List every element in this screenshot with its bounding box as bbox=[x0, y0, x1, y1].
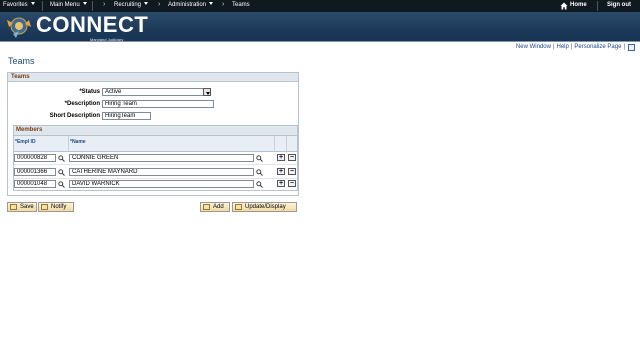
link-separator: | bbox=[552, 44, 555, 50]
breadcrumb-separator-icon: › bbox=[103, 1, 106, 8]
table-row: 000001048 DAVID WARNICK + − bbox=[14, 180, 297, 193]
delete-row-button[interactable]: − bbox=[288, 180, 296, 187]
notify-icon bbox=[41, 204, 48, 210]
emplid-field[interactable]: 000001048 bbox=[14, 180, 56, 188]
breadcrumb-teams[interactable]: Teams bbox=[232, 2, 250, 8]
chevron-down-icon bbox=[209, 2, 214, 5]
status-label: *Status bbox=[79, 89, 100, 95]
members-grid: Members *Empl ID *Name 000000828 CONNIE … bbox=[13, 125, 298, 191]
breadcrumb-separator-icon: › bbox=[158, 1, 161, 8]
add-icon bbox=[203, 204, 210, 210]
col-header-emplid[interactable]: *Empl ID bbox=[14, 136, 69, 152]
breadcrumb-separator-icon: › bbox=[222, 1, 225, 8]
teams-groupbox-header: Teams bbox=[8, 73, 298, 82]
new-window-link[interactable]: New Window bbox=[516, 44, 551, 50]
maryland-judiciary-seal-icon bbox=[7, 17, 31, 38]
personalize-page-link[interactable]: Personalize Page bbox=[574, 44, 621, 50]
search-icon[interactable] bbox=[58, 155, 65, 162]
main-menu-label: Main Menu bbox=[50, 2, 80, 8]
top-nav-bar: Favorites Main Menu › Recruiting › Admin… bbox=[0, 0, 640, 12]
favorites-menu[interactable]: Favorites bbox=[3, 2, 35, 8]
nav-divider bbox=[42, 1, 43, 11]
notify-button-label: Notify bbox=[51, 204, 67, 210]
link-separator: | bbox=[623, 44, 625, 50]
add-row-button[interactable]: + bbox=[277, 180, 285, 187]
sign-out-link[interactable]: Sign out bbox=[607, 2, 631, 8]
emplid-field[interactable]: 000000828 bbox=[14, 154, 56, 162]
help-link[interactable]: Help bbox=[557, 44, 569, 50]
chevron-down-icon[interactable] bbox=[203, 88, 211, 96]
add-row-button[interactable]: + bbox=[277, 168, 285, 175]
description-label: *Description bbox=[64, 101, 100, 107]
update-display-button[interactable]: Update/Display bbox=[232, 202, 297, 212]
name-field[interactable]: CONNIE GREEN bbox=[69, 154, 254, 162]
chevron-down-icon bbox=[82, 2, 87, 5]
save-button-label: Save bbox=[20, 204, 34, 210]
page-title: Teams bbox=[8, 56, 35, 66]
breadcrumb-administration[interactable]: Administration bbox=[168, 2, 214, 8]
chevron-down-icon bbox=[30, 2, 35, 5]
delete-row-button[interactable]: − bbox=[288, 168, 296, 175]
add-button[interactable]: Add bbox=[200, 202, 230, 212]
search-icon[interactable] bbox=[256, 181, 263, 188]
update-display-button-label: Update/Display bbox=[245, 204, 286, 210]
chevron-down-icon bbox=[144, 2, 149, 5]
emplid-field[interactable]: 000001366 bbox=[14, 168, 56, 176]
table-row: 000001366 CATHERINE MAYNARD + − bbox=[14, 166, 297, 179]
main-menu[interactable]: Main Menu bbox=[50, 2, 87, 8]
breadcrumb-recruiting-label: Recruiting bbox=[114, 2, 142, 8]
home-link[interactable]: Home bbox=[570, 2, 587, 8]
description-field[interactable]: Hiring Team bbox=[102, 100, 214, 108]
update-display-icon bbox=[235, 204, 242, 210]
favorites-label: Favorites bbox=[3, 2, 28, 8]
page-links: New Window | Help | Personalize Page | bbox=[516, 44, 627, 50]
short-description-field[interactable]: HiringTeam bbox=[102, 112, 151, 120]
home-icon[interactable] bbox=[560, 2, 568, 10]
col-header-add bbox=[275, 136, 287, 152]
name-field[interactable]: CATHERINE MAYNARD bbox=[69, 168, 254, 176]
notify-button[interactable]: Notify bbox=[38, 202, 74, 212]
table-row: 000000828 CONNIE GREEN + − bbox=[14, 152, 297, 165]
add-button-label: Add bbox=[213, 204, 224, 210]
short-description-label: Short Description bbox=[49, 113, 100, 119]
search-icon[interactable] bbox=[256, 155, 263, 162]
nav-divider bbox=[597, 1, 598, 11]
col-header-name[interactable]: *Name bbox=[69, 136, 275, 152]
status-dropdown[interactable]: Active bbox=[102, 88, 211, 96]
name-field[interactable]: DAVID WARNICK bbox=[69, 180, 254, 188]
logo-subtitle: Maryland Judiciary bbox=[90, 37, 124, 42]
breadcrumb-recruiting[interactable]: Recruiting bbox=[114, 2, 149, 8]
link-separator: | bbox=[570, 44, 573, 50]
col-header-delete bbox=[287, 136, 297, 152]
page-options-icon[interactable] bbox=[628, 44, 635, 51]
search-icon[interactable] bbox=[58, 181, 65, 188]
members-grid-header: Members bbox=[14, 126, 297, 136]
save-icon bbox=[10, 204, 17, 210]
connect-logo-text: CONNECT bbox=[36, 12, 149, 37]
delete-row-button[interactable]: − bbox=[288, 154, 296, 161]
save-button[interactable]: Save bbox=[7, 202, 37, 212]
breadcrumb-administration-label: Administration bbox=[168, 2, 207, 8]
nav-divider bbox=[92, 1, 93, 11]
search-icon[interactable] bbox=[256, 169, 263, 176]
add-row-button[interactable]: + bbox=[277, 154, 285, 161]
search-icon[interactable] bbox=[58, 169, 65, 176]
